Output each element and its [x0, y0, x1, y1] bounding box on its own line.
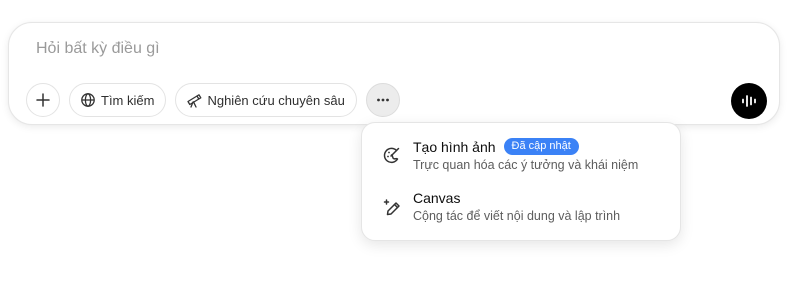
voice-mode-button[interactable]	[731, 83, 767, 119]
menu-item-canvas-subtitle: Cộng tác để viết nội dung và lập trình	[413, 209, 621, 223]
menu-item-canvas[interactable]: Canvas Cộng tác để viết nội dung và lập …	[368, 183, 674, 233]
menu-item-create-image[interactable]: Tạo hình ảnh Đã cập nhật Trực quan hóa c…	[368, 131, 674, 181]
search-button-label: Tìm kiếm	[101, 92, 155, 108]
menu-item-create-image-subtitle: Trực quan hóa các ý tưởng và khái niệm	[413, 158, 639, 172]
pencil-sparkle-icon	[383, 199, 400, 216]
plus-icon	[36, 93, 50, 107]
updated-badge: Đã cập nhật	[503, 138, 579, 155]
deep-research-button[interactable]: Nghiên cứu chuyên sâu	[175, 83, 357, 117]
add-button[interactable]	[26, 83, 60, 117]
menu-item-canvas-title: Canvas	[413, 190, 461, 206]
more-tools-button[interactable]	[365, 83, 400, 117]
menu-item-create-image-title: Tạo hình ảnh	[413, 138, 496, 155]
search-button[interactable]: Tìm kiếm	[69, 83, 167, 117]
composer-toolbar: Tìm kiếm Nghiên cứu chuyên sâu	[26, 82, 767, 118]
ellipsis-icon	[376, 98, 389, 102]
prompt-input[interactable]: Hỏi bất kỳ điều gì	[36, 40, 160, 58]
deep-research-button-label: Nghiên cứu chuyên sâu	[207, 92, 345, 108]
tools-dropdown-menu: Tạo hình ảnh Đã cập nhật Trực quan hóa c…	[361, 122, 681, 241]
chat-composer: Hỏi bất kỳ điều gì Tìm kiếm Nghiên cứu c…	[8, 22, 780, 125]
telescope-icon	[187, 94, 202, 108]
waveform-icon	[742, 95, 756, 107]
palette-icon	[383, 147, 400, 164]
globe-icon	[81, 93, 95, 107]
